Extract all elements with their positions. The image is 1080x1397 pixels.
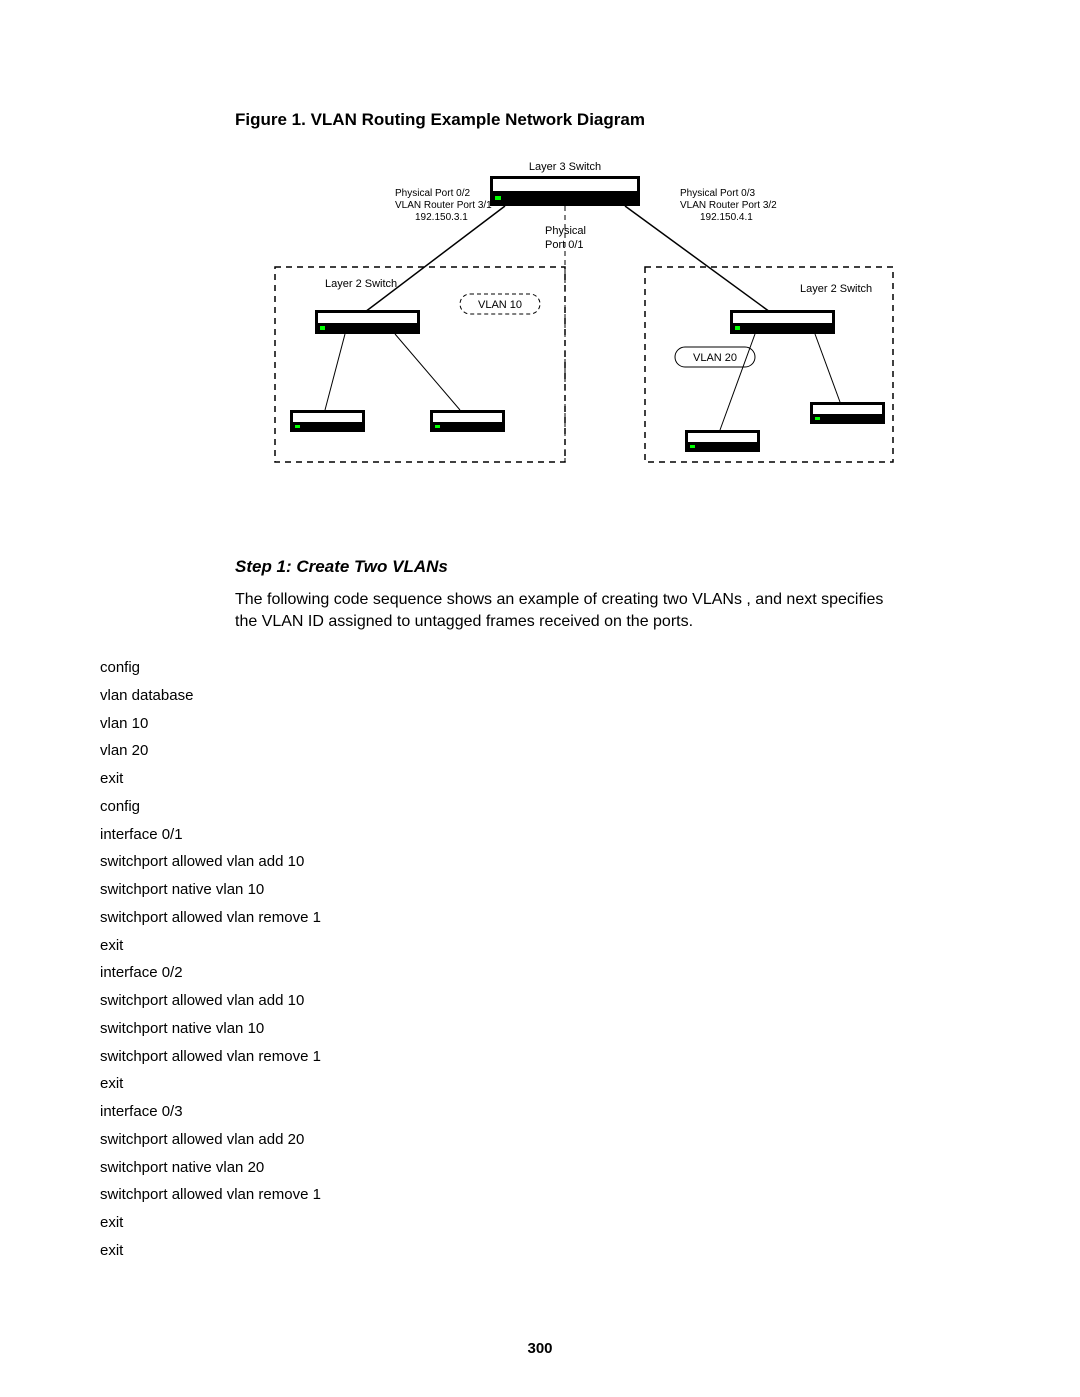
page-number: 300 <box>0 1340 1080 1357</box>
code-line: switchport allowed vlan add 10 <box>100 987 980 1015</box>
l2-right-label: Layer 2 Switch <box>800 283 872 295</box>
code-line: config <box>100 654 980 682</box>
code-line: switchport allowed vlan remove 1 <box>100 1181 980 1209</box>
code-line: switchport native vlan 20 <box>100 1154 980 1182</box>
figure-title: Figure 1. VLAN Routing Example Network D… <box>235 110 980 130</box>
port-center-l2: Port 0/1 <box>545 239 584 251</box>
port-left-l3: 192.150.3.1 <box>415 212 468 223</box>
code-line: vlan database <box>100 682 980 710</box>
code-line: config <box>100 793 980 821</box>
code-line: exit <box>100 1209 980 1237</box>
step-body: The following code sequence shows an exa… <box>235 589 910 632</box>
code-line: switchport allowed vlan remove 1 <box>100 1043 980 1071</box>
l3-switch-label: Layer 3 Switch <box>529 161 601 173</box>
code-line: switchport native vlan 10 <box>100 1015 980 1043</box>
code-line: switchport allowed vlan add 10 <box>100 848 980 876</box>
port-right-l3: 192.150.4.1 <box>700 212 753 223</box>
port-left-l2: VLAN Router Port 3/1 <box>395 200 492 211</box>
code-line: switchport allowed vlan add 20 <box>100 1126 980 1154</box>
network-diagram: Layer 3 Switch Physical Port 0/2 VLAN Ro… <box>235 152 895 507</box>
code-line: switchport allowed vlan remove 1 <box>100 904 980 932</box>
code-line: interface 0/2 <box>100 959 980 987</box>
vlan20-label: VLAN 20 <box>693 352 737 364</box>
code-line: exit <box>100 1070 980 1098</box>
port-right-l2: VLAN Router Port 3/2 <box>680 200 777 211</box>
code-line: exit <box>100 1237 980 1265</box>
port-left-l1: Physical Port 0/2 <box>395 188 470 199</box>
diagram-svg: Layer 3 Switch Physical Port 0/2 VLAN Ro… <box>235 152 895 502</box>
code-line: interface 0/3 <box>100 1098 980 1126</box>
port-right-l1: Physical Port 0/3 <box>680 188 755 199</box>
code-line: switchport native vlan 10 <box>100 876 980 904</box>
code-line: vlan 20 <box>100 737 980 765</box>
code-block: config vlan database vlan 10 vlan 20 exi… <box>100 654 980 1265</box>
code-line: vlan 10 <box>100 710 980 738</box>
code-line: exit <box>100 765 980 793</box>
code-line: interface 0/1 <box>100 821 980 849</box>
l2-left-label: Layer 2 Switch <box>325 278 397 290</box>
code-line: exit <box>100 932 980 960</box>
step-title: Step 1: Create Two VLANs <box>235 557 980 577</box>
vlan10-label: VLAN 10 <box>478 299 522 311</box>
page: Figure 1. VLAN Routing Example Network D… <box>0 0 1080 1397</box>
